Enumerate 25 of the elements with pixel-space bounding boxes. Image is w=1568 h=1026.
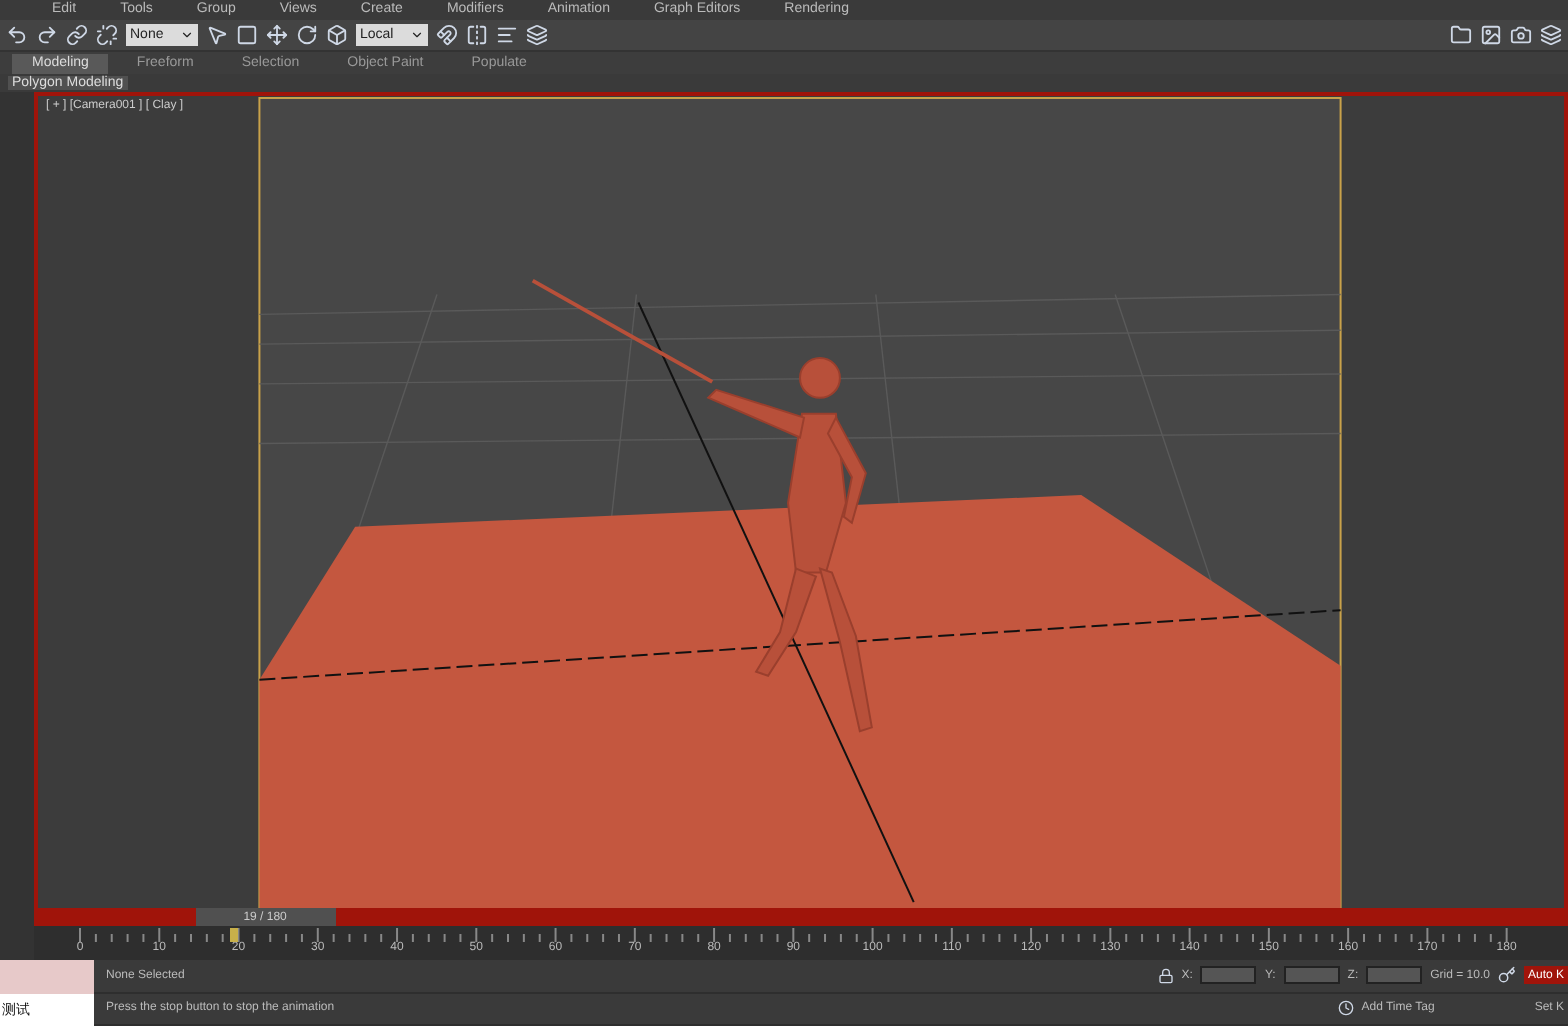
time-marker[interactable] xyxy=(229,928,238,942)
region-select-icon[interactable] xyxy=(236,24,258,46)
dropdown-caret-icon[interactable] xyxy=(410,28,424,42)
select-icon[interactable] xyxy=(206,24,228,46)
y-field[interactable] xyxy=(1283,966,1340,985)
time-tag-icon[interactable] xyxy=(1337,1000,1354,1017)
undo-icon[interactable] xyxy=(6,24,28,46)
script-listener-input[interactable] xyxy=(0,960,94,993)
move-icon[interactable] xyxy=(266,24,288,46)
redo-icon[interactable] xyxy=(36,24,58,46)
z-field[interactable] xyxy=(1366,966,1423,985)
image-icon[interactable] xyxy=(1480,24,1502,46)
snap-icon[interactable] xyxy=(436,24,458,46)
unlink-icon[interactable] xyxy=(96,24,118,46)
align-icon[interactable] xyxy=(496,24,518,46)
mirror-icon[interactable] xyxy=(466,24,488,46)
dropdown-caret-icon[interactable] xyxy=(180,28,194,42)
folder-icon[interactable] xyxy=(1450,24,1472,46)
link-icon[interactable] xyxy=(66,24,88,46)
lock-icon[interactable] xyxy=(1157,967,1174,984)
camera-icon[interactable] xyxy=(1510,24,1532,46)
x-field[interactable] xyxy=(1200,966,1257,985)
layers-icon[interactable] xyxy=(526,24,548,46)
key-icon[interactable] xyxy=(1497,966,1516,985)
rotate-icon[interactable] xyxy=(296,24,318,46)
